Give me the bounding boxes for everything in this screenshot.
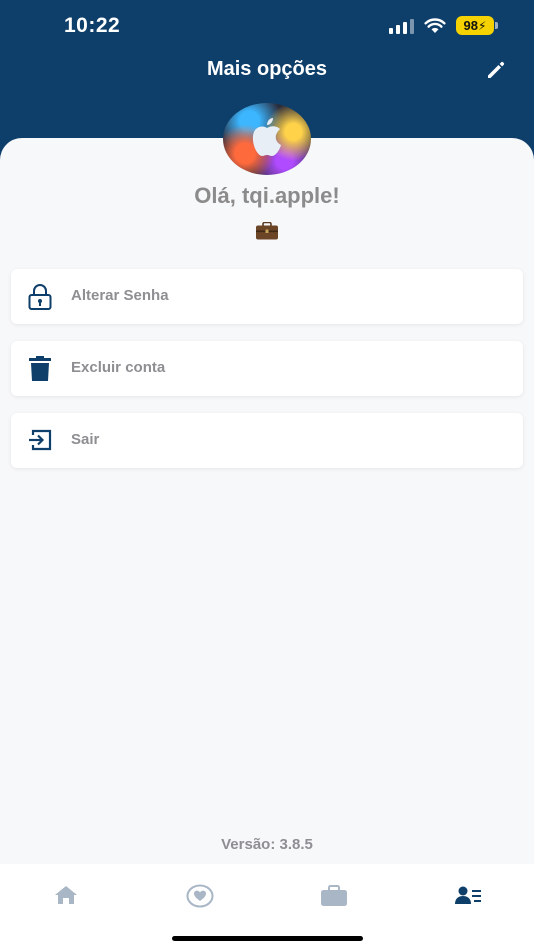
greeting-text: Olá, tqi.apple! xyxy=(194,183,340,208)
page-title: Mais opções xyxy=(206,58,328,80)
trash-icon xyxy=(27,355,53,381)
home-indicator[interactable] xyxy=(172,936,363,941)
option-logout[interactable]: Sair xyxy=(11,413,523,468)
pencil-icon xyxy=(488,61,505,78)
tab-profile[interactable] xyxy=(454,884,482,908)
tab-home[interactable] xyxy=(53,884,81,908)
battery-icon: 98 ⚡ xyxy=(456,16,498,35)
edit-button[interactable] xyxy=(484,58,510,84)
app-version: Versão: 3.8.5 xyxy=(221,836,313,853)
status-bar: 10:22 98 ⚡ xyxy=(0,0,534,54)
avatar xyxy=(223,103,311,175)
user-list-icon xyxy=(455,886,481,904)
status-indicators: 98 ⚡ xyxy=(389,16,498,35)
apple-logo-icon xyxy=(252,118,281,156)
wifi-icon xyxy=(424,17,446,33)
tab-jobs[interactable] xyxy=(320,884,348,908)
heart-icon xyxy=(186,884,214,908)
option-label: Alterar Senha xyxy=(71,287,169,304)
home-icon xyxy=(55,886,77,904)
lock-icon xyxy=(27,283,53,310)
briefcase-badge-icon xyxy=(255,221,279,245)
tab-favorites[interactable] xyxy=(186,884,214,908)
option-label: Sair xyxy=(71,431,100,448)
content-sheet xyxy=(0,138,534,864)
logout-icon xyxy=(27,427,53,453)
status-time: 10:22 xyxy=(64,14,121,37)
option-change-password[interactable]: Alterar Senha xyxy=(11,269,523,324)
briefcase-icon xyxy=(321,885,347,906)
option-delete-account[interactable]: Excluir conta xyxy=(11,341,523,396)
battery-level: 98 xyxy=(463,18,479,33)
option-label: Excluir conta xyxy=(71,359,166,376)
signal-icon xyxy=(389,18,414,34)
